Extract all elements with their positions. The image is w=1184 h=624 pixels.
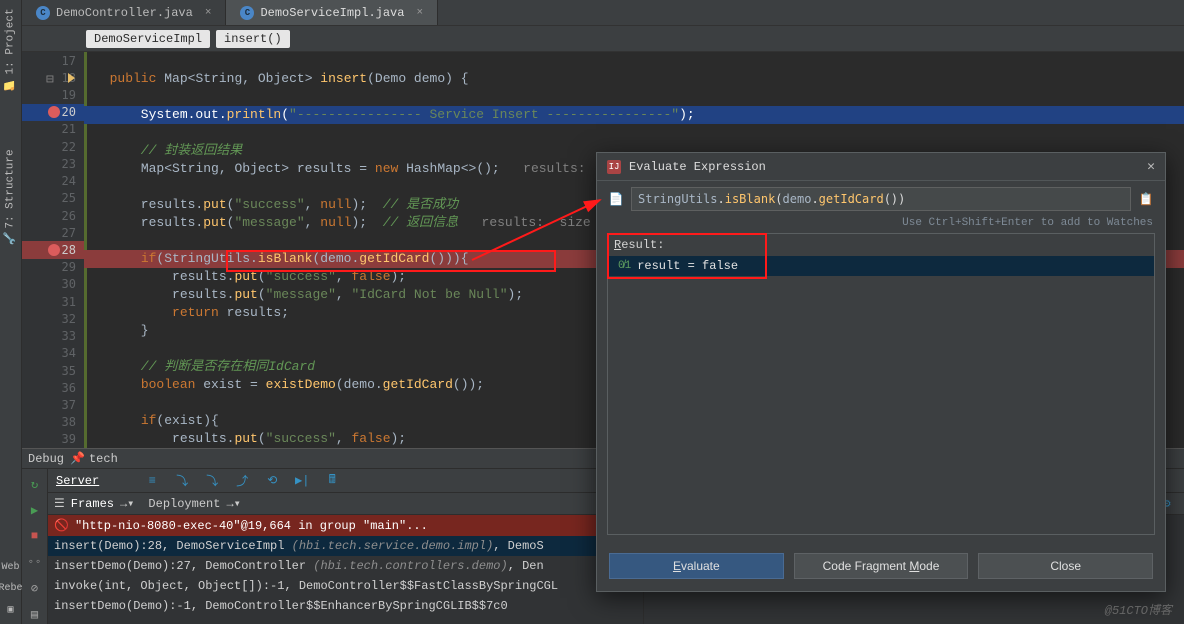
step-out-icon[interactable]: ⤴ xyxy=(233,472,251,490)
java-class-icon: C xyxy=(36,6,50,20)
debug-side-toolbar: ↻ ▶ ■ ◦◦ ⊘ ▤ xyxy=(22,469,48,624)
resume-icon[interactable]: ▶ xyxy=(26,501,44,519)
dialog-hint: Use Ctrl+Shift+Enter to add to Watches xyxy=(597,217,1165,233)
mute-breakpoints-icon[interactable]: ⊘ xyxy=(26,579,44,597)
step-over-icon[interactable]: ≡ xyxy=(143,472,161,490)
tab-demoservice[interactable]: C DemoServiceImpl.java × xyxy=(226,0,438,25)
breadcrumb: DemoServiceImpl insert() xyxy=(22,26,1184,52)
boolean-icon: 0̸1 xyxy=(618,260,631,272)
gutter[interactable]: 1718⊟19202122232425262728293031323334353… xyxy=(22,52,84,448)
rerun-icon[interactable]: ↻ xyxy=(26,475,44,493)
clipboard-icon[interactable]: 📋 xyxy=(1137,190,1155,208)
tab-label: DemoController.java xyxy=(56,6,193,20)
step-into-icon[interactable]: ⤵ xyxy=(173,472,191,490)
thread-name: "http-nio-8080-exec-40"@19,664 in group … xyxy=(75,519,428,533)
debug-title-text: Debug xyxy=(28,452,64,466)
frame-thread-selector[interactable]: 🚫 "http-nio-8080-exec-40"@19,664 in grou… xyxy=(48,515,643,536)
code-line xyxy=(84,88,1184,106)
close-icon[interactable]: ✕ xyxy=(1147,159,1155,174)
code-line-highlighted: System.out.println("---------------- Ser… xyxy=(84,106,1184,124)
close-icon[interactable]: × xyxy=(205,7,212,19)
frames-pane: ☰ Frames →▾ Deployment →▾ 🚫 "http-nio-80… xyxy=(48,493,644,624)
watermark: @51CTO博客 xyxy=(1105,601,1172,618)
tab-democtrl[interactable]: C DemoController.java × xyxy=(22,0,226,25)
thread-status-icon: 🚫 xyxy=(54,518,69,533)
layout-icon[interactable]: ▤ xyxy=(26,605,44,623)
frames-head: ☰ Frames →▾ Deployment →▾ xyxy=(48,493,643,515)
java-class-icon: C xyxy=(240,6,254,20)
code-line xyxy=(84,52,1184,70)
view-breakpoints-icon[interactable]: ◦◦ xyxy=(26,553,44,571)
tool-project[interactable]: 📁1: Project xyxy=(4,8,17,91)
tool-structure[interactable]: 🔧7: Structure xyxy=(4,149,17,246)
code-fragment-mode-button[interactable]: Code Fragment Mode xyxy=(794,553,969,579)
dialog-titlebar[interactable]: IJ Evaluate Expression ✕ xyxy=(597,153,1165,181)
result-row[interactable]: 0̸1 result = false xyxy=(608,256,1154,276)
close-button[interactable]: Close xyxy=(978,553,1153,579)
code-line xyxy=(84,124,1184,142)
result-pane: Result: 0̸1 result = false xyxy=(607,233,1155,535)
code-line: public Map<String, Object> insert(Demo d… xyxy=(84,70,1184,88)
debug-config-name: tech xyxy=(89,452,118,466)
evaluate-expression-icon[interactable]: 🖩 xyxy=(323,472,341,490)
frames-list[interactable]: 🚫 "http-nio-8080-exec-40"@19,664 in grou… xyxy=(48,515,643,624)
dialog-title-text: Evaluate Expression xyxy=(629,160,766,174)
run-to-cursor-icon[interactable]: ▶| xyxy=(293,472,311,490)
result-text: result = false xyxy=(637,259,738,273)
stop-icon[interactable]: ■ xyxy=(26,527,44,545)
tab-label: DemoServiceImpl.java xyxy=(260,6,404,20)
close-icon[interactable]: × xyxy=(416,7,423,19)
breadcrumb-method[interactable]: insert() xyxy=(216,30,290,48)
breadcrumb-class[interactable]: DemoServiceImpl xyxy=(86,30,210,48)
result-label: Result: xyxy=(608,234,1154,256)
evaluate-expression-dialog: IJ Evaluate Expression ✕ 📄 StringUtils.i… xyxy=(596,152,1166,592)
tool-web[interactable]: Web xyxy=(1,562,19,573)
frame-row[interactable]: invoke(int, Object, Object[]):-1, DemoCo… xyxy=(48,576,643,596)
bottom-corner-icon[interactable]: ▣ xyxy=(7,604,13,616)
editor-tabs: C DemoController.java × C DemoServiceImp… xyxy=(22,0,1184,26)
drop-frame-icon[interactable]: ⟲ xyxy=(263,472,281,490)
deployment-label[interactable]: Deployment xyxy=(148,497,220,511)
frame-row[interactable]: insertDemo(Demo):27, DemoController (hbi… xyxy=(48,556,643,576)
expression-input[interactable]: StringUtils.isBlank(demo.getIdCard()) xyxy=(631,187,1131,211)
evaluate-button[interactable]: Evaluate xyxy=(609,553,784,579)
dialog-buttons: Evaluate Code Fragment Mode Close xyxy=(597,543,1165,591)
pin-icon[interactable]: 📌 xyxy=(70,451,85,466)
frame-row[interactable]: insert(Demo):28, DemoServiceImpl (hbi.te… xyxy=(48,536,643,556)
frame-row[interactable]: insertDemo(Demo):-1, DemoController$$Enh… xyxy=(48,596,643,616)
left-tool-strip-bottom: Web JRebel ▣ xyxy=(0,444,22,624)
debug-tab-server[interactable]: Server xyxy=(56,474,99,488)
history-icon[interactable]: 📄 xyxy=(607,190,625,208)
app-icon: IJ xyxy=(607,160,621,174)
frames-label[interactable]: Frames xyxy=(71,497,114,511)
force-step-into-icon[interactable]: ⤵ xyxy=(203,472,221,490)
